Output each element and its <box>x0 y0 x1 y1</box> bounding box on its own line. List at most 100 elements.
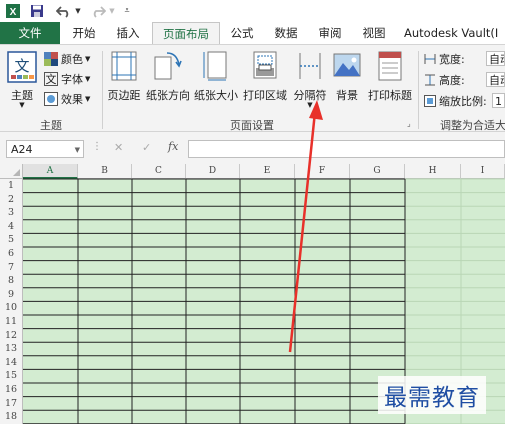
width-icon <box>424 54 436 64</box>
row-header[interactable]: 6 <box>0 247 23 261</box>
formula-bar: A24 ▼ ⋮ ✕ ✓ fx <box>0 132 505 164</box>
colors-icon <box>44 52 58 66</box>
row-header[interactable]: 15 <box>0 369 23 383</box>
watermark: 最需教育 <box>378 376 486 414</box>
column-header[interactable]: I <box>461 164 505 179</box>
select-all-corner[interactable] <box>0 164 23 179</box>
column-header[interactable]: C <box>132 164 186 179</box>
theme-fonts-button[interactable]: 文 字体 ▼ <box>44 71 90 87</box>
scale-percent-input[interactable]: 1 <box>492 93 505 108</box>
column-header[interactable]: F <box>295 164 350 179</box>
size-icon <box>203 51 227 81</box>
tab-review[interactable]: 审阅 <box>310 22 350 44</box>
print-titles-label: 打印标题 <box>368 89 412 102</box>
svg-text:文: 文 <box>14 57 29 75</box>
effects-label: 效果 <box>61 93 83 106</box>
margins-icon <box>111 51 137 81</box>
enter-icon[interactable]: ✓ <box>142 141 151 154</box>
chevron-down-icon: ▼ <box>19 101 25 109</box>
tab-insert[interactable]: 插入 <box>108 22 148 44</box>
theme-effects-button[interactable]: 效果 ▼ <box>44 91 90 107</box>
theme-colors-button[interactable]: 颜色 ▼ <box>44 51 90 67</box>
row-header[interactable]: 10 <box>0 301 23 315</box>
row-header[interactable]: 11 <box>0 315 23 329</box>
row-header[interactable]: 4 <box>0 219 23 234</box>
size-button[interactable]: 纸张大小 <box>192 49 240 111</box>
column-header[interactable]: G <box>350 164 405 179</box>
margins-label: 页边距 <box>107 89 141 102</box>
tab-autodesk-vault[interactable]: Autodesk Vault(I <box>404 22 505 44</box>
column-header[interactable]: E <box>240 164 295 179</box>
row-header[interactable]: 7 <box>0 260 23 275</box>
row-header[interactable]: 16 <box>0 383 23 397</box>
scale-icon <box>424 95 436 107</box>
breaks-button[interactable]: 分隔符 ▼ <box>290 49 330 111</box>
row-header[interactable]: 1 <box>0 179 23 193</box>
scale-width-label: 宽度: <box>424 51 465 67</box>
height-icon <box>425 74 435 86</box>
row-header[interactable]: 8 <box>0 274 23 288</box>
redo-dropdown-icon[interactable]: ▼ <box>108 2 116 20</box>
background-icon <box>333 53 361 77</box>
row-header[interactable]: 3 <box>0 206 23 220</box>
insert-function-icon[interactable]: fx <box>168 140 178 153</box>
row-header[interactable]: 18 <box>0 410 23 424</box>
column-header[interactable]: A <box>23 164 78 179</box>
print-titles-icon <box>378 51 402 81</box>
fonts-icon: 文 <box>44 72 58 86</box>
margins-button[interactable]: 页边距 <box>104 49 144 111</box>
tab-home[interactable]: 开始 <box>64 22 104 44</box>
group-separator <box>418 51 419 129</box>
orientation-icon <box>154 52 182 80</box>
group-separator <box>102 51 103 129</box>
dialog-launcher-icon[interactable]: ⌟ <box>407 119 411 128</box>
name-box[interactable]: A24 ▼ <box>6 140 84 158</box>
tab-view[interactable]: 视图 <box>354 22 394 44</box>
quick-access-toolbar: X ▼ ▼ ⩡ <box>0 0 505 22</box>
print-area-label: 打印区域 <box>243 89 287 102</box>
excel-icon: X <box>4 2 22 20</box>
row-header[interactable]: 13 <box>0 342 23 356</box>
undo-dropdown-icon[interactable]: ▼ <box>74 2 82 20</box>
tab-data[interactable]: 数据 <box>266 22 306 44</box>
row-header[interactable]: 2 <box>0 192 23 207</box>
tab-page-layout[interactable]: 页面布局 <box>152 22 220 45</box>
row-header[interactable]: 14 <box>0 355 23 370</box>
svg-text:X: X <box>10 7 17 18</box>
row-header[interactable]: 9 <box>0 287 23 302</box>
column-header[interactable]: H <box>405 164 461 179</box>
fonts-label: 字体 <box>61 73 83 86</box>
themes-icon: 文 <box>7 51 37 83</box>
orientation-button[interactable]: 纸张方向 <box>144 49 192 111</box>
redo-icon[interactable] <box>88 2 108 20</box>
row-header[interactable]: 17 <box>0 396 23 411</box>
themes-button[interactable]: 文 主题 ▼ <box>4 49 40 111</box>
breaks-icon <box>299 53 321 79</box>
chevron-down-icon: ▼ <box>307 101 313 109</box>
print-area-icon <box>253 51 277 79</box>
scale-height-label: 高度: <box>424 72 465 88</box>
background-button[interactable]: 背景 <box>330 49 364 111</box>
scale-width-combo[interactable]: 自动 <box>486 51 505 66</box>
tab-file[interactable]: 文件 <box>0 22 60 44</box>
ribbon-page-layout: 文 主题 ▼ 颜色 ▼ 文 字体 ▼ 效果 ▼ 主题 页边距 纸张方向 纸张大小 打印… <box>0 44 505 132</box>
scale-percent-label: 缩放比例: <box>424 93 487 109</box>
column-header[interactable]: D <box>186 164 240 179</box>
undo-icon[interactable] <box>54 2 74 20</box>
save-icon[interactable] <box>28 2 46 20</box>
effects-icon <box>44 92 58 106</box>
column-header[interactable]: B <box>78 164 132 179</box>
background-label: 背景 <box>336 89 358 102</box>
print-area-button[interactable]: 打印区域 <box>240 49 290 111</box>
tab-formulas[interactable]: 公式 <box>222 22 262 44</box>
group-label-scale: 调整为合适大 <box>440 119 505 132</box>
print-titles-button[interactable]: 打印标题 <box>364 49 416 111</box>
row-header[interactable]: 5 <box>0 233 23 247</box>
formula-input[interactable] <box>188 140 505 158</box>
customize-qat-icon[interactable]: ⩡ <box>122 2 132 20</box>
size-label: 纸张大小 <box>194 89 238 102</box>
scale-height-combo[interactable]: 自动 <box>486 72 505 87</box>
cancel-icon[interactable]: ✕ <box>114 141 123 154</box>
orientation-label: 纸张方向 <box>146 89 190 102</box>
row-header[interactable]: 12 <box>0 328 23 343</box>
